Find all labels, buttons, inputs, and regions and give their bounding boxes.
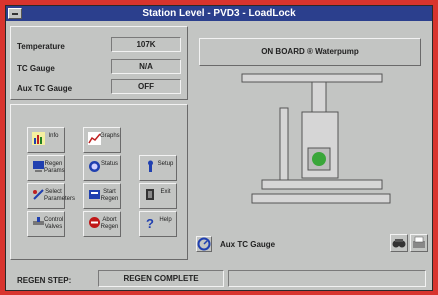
- setup-button-label: Setup: [157, 161, 174, 167]
- info-button-label: Info: [48, 133, 59, 139]
- status-button-label: Status: [100, 161, 118, 167]
- regen-params-button[interactable]: Regen Params: [27, 155, 65, 181]
- svg-text:?: ?: [146, 216, 154, 229]
- aux-tc-gauge-caption: Aux TC Gauge: [220, 240, 276, 249]
- main-window: Station Level - PVD3 - LoadLock Temperat…: [5, 5, 433, 291]
- graphs-button[interactable]: Graphs: [83, 127, 121, 153]
- select-parameters-button-label: Select Parameters: [44, 189, 76, 202]
- view-button[interactable]: [390, 234, 408, 252]
- regen-step-label: REGEN STEP:: [17, 276, 72, 285]
- help-button[interactable]: ? Help: [139, 211, 177, 237]
- button-panel: Info Graphs Regen Params Status Setup Se…: [10, 104, 188, 260]
- temperature-label: Temperature: [17, 42, 65, 51]
- info-button[interactable]: Info: [27, 127, 65, 153]
- abort-regen-button-label: Abort Regen: [100, 217, 119, 230]
- aux-tc-gauge-value: OFF: [111, 79, 181, 94]
- tc-gauge-value: N/A: [111, 59, 181, 74]
- title-bar: Station Level - PVD3 - LoadLock: [6, 6, 432, 21]
- aux-tc-gauge-button[interactable]: [196, 236, 212, 252]
- status-bar-filler: [228, 270, 426, 287]
- exit-button[interactable]: Exit: [139, 183, 177, 209]
- start-regen-button-label: Start Regen: [100, 189, 119, 202]
- cryopump-diagram: [241, 73, 391, 204]
- regen-step-value: REGEN COMPLETE: [98, 270, 224, 287]
- setup-button[interactable]: Setup: [139, 155, 177, 181]
- gauge-icon: [197, 237, 211, 251]
- tc-gauge-label: TC Gauge: [17, 64, 55, 73]
- printer-icon: [413, 236, 425, 248]
- aux-tc-gauge-label: Aux TC Gauge: [17, 84, 73, 93]
- abort-regen-button[interactable]: Abort Regen: [83, 211, 121, 237]
- window-title: Station Level - PVD3 - LoadLock: [142, 8, 296, 19]
- temperature-value: 107K: [111, 37, 181, 52]
- help-button-label: Help: [159, 217, 172, 223]
- status-button[interactable]: Status: [83, 155, 121, 181]
- select-parameters-button[interactable]: Select Parameters: [27, 183, 76, 209]
- regen-params-button-label: Regen Params: [44, 161, 65, 174]
- exit-button-label: Exit: [160, 189, 171, 195]
- graphs-button-label: Graphs: [100, 133, 120, 139]
- pump-status-led: [312, 152, 326, 166]
- control-valves-button[interactable]: Control Valves: [27, 211, 65, 237]
- readings-panel: Temperature 107K TC Gauge N/A Aux TC Gau…: [10, 26, 188, 100]
- print-button[interactable]: [410, 234, 428, 252]
- start-regen-button[interactable]: Start Regen: [83, 183, 121, 209]
- onboard-status: ON BOARD ® Waterpump: [199, 38, 421, 66]
- binoculars-icon: [392, 239, 406, 248]
- control-valves-button-label: Control Valves: [44, 217, 64, 230]
